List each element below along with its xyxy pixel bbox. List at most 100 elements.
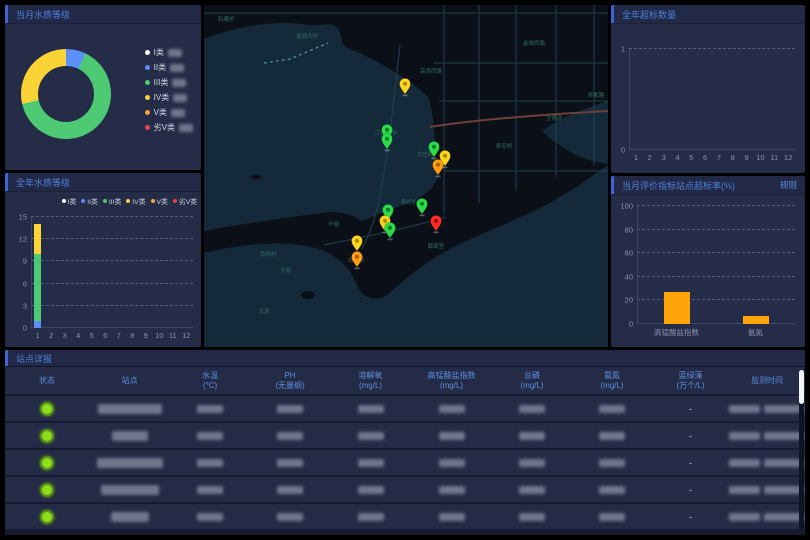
redacted-value (277, 432, 303, 440)
cell-蓝绿藻: - (652, 404, 729, 414)
legend-item[interactable]: I类 (62, 196, 77, 206)
cell-水温 (170, 486, 250, 494)
cell-溶解氧 (330, 405, 411, 413)
legend-item[interactable]: IV类 (126, 196, 145, 206)
cell-监测时间 (729, 405, 805, 413)
table-row[interactable]: - (5, 504, 805, 529)
legend-label: 劣V类 (179, 196, 197, 206)
table-row[interactable]: - (5, 450, 805, 475)
legend-item[interactable]: II类 (145, 62, 193, 73)
cell-溶解氧 (330, 513, 411, 521)
pin-center (355, 239, 359, 243)
panel-title-text: 全年超标数量 (622, 8, 676, 21)
cell-监测时间 (729, 486, 805, 494)
gridline: 20 (637, 299, 795, 300)
cell-站点 (89, 458, 170, 468)
column-header-蓝绿藻: 蓝绿藻(万个/L) (652, 371, 729, 391)
x-axis-tick: 氨氮 (748, 327, 763, 338)
redacted-value (358, 432, 384, 440)
redacted-value (173, 94, 187, 102)
map-place-label: 南杨村 (260, 250, 277, 258)
cell-水温 (170, 459, 250, 467)
legend-dot (145, 110, 150, 115)
y-axis-tick: 80 (625, 225, 633, 234)
gridline: 12 (31, 238, 193, 239)
y-axis-tick: 0 (23, 324, 27, 333)
year-quality-plot[interactable]: 03691215123456789101112 (31, 217, 193, 328)
gridline: 1 (629, 48, 795, 49)
status-indicator (40, 510, 54, 524)
redacted-value (439, 513, 465, 521)
legend-item[interactable]: III类 (103, 196, 121, 206)
legend-item[interactable]: II类 (81, 196, 98, 206)
legend-label: IV类 (154, 92, 170, 103)
y-axis-tick: 0 (629, 320, 633, 329)
legend-item[interactable]: V类 (151, 196, 168, 206)
panel-year-exceed: 全年超标数量 01123456789101112 (611, 5, 805, 173)
month-rate-plot[interactable]: 020406080100高锰酸盐指数氨氮 (637, 206, 795, 324)
legend-label: III类 (154, 77, 169, 88)
map-canvas: 石塘桥蠡湖大桥高浪西路金城西路吴都路江南大学北庄桥寿安桥立德道青祁桥叶巷薛家里吉… (204, 5, 608, 347)
column-header-状态: 状态 (5, 376, 89, 386)
x-axis-tick: 5 (689, 153, 693, 162)
gridline: 6 (31, 283, 193, 284)
pin-center (436, 163, 440, 167)
cell-溶解氧 (330, 432, 411, 440)
map-place-label: 沈巷 (280, 266, 292, 274)
x-axis-tick: 7 (117, 331, 121, 340)
redacted-value (519, 405, 545, 413)
map-islet (251, 175, 261, 180)
table-row[interactable]: - (5, 396, 805, 421)
bar-segment-II类 (34, 321, 41, 328)
water-quality-dashboard: 当月水质等级 I类II类III类IV类V类劣V类 全年水质等级 I类II类III… (0, 0, 810, 540)
table-row[interactable]: - (5, 423, 805, 448)
redacted-value (439, 459, 465, 467)
legend-item[interactable]: 劣V类 (173, 196, 197, 206)
legend-item[interactable]: III类 (145, 77, 193, 88)
cell-水温 (170, 432, 250, 440)
map-place-label: 石塘桥 (218, 15, 235, 23)
map-place-label: 高浪西路 (420, 67, 443, 75)
station-map[interactable]: 石塘桥蠡湖大桥高浪西路金城西路吴都路江南大学北庄桥寿安桥立德道青祁桥叶巷薛家里吉… (204, 5, 608, 347)
stacked-bar[interactable] (34, 217, 41, 328)
y-axis-tick: 40 (625, 272, 633, 281)
status-indicator (40, 402, 54, 416)
redacted-date (729, 459, 760, 467)
table-header-row: 状态站点水温(°C)PH(无量纲)溶解氧(mg/L)高锰酸盐指数(mg/L)总磷… (5, 367, 805, 394)
legend-dot (62, 199, 66, 203)
map-place-label: 金城西路 (523, 39, 546, 47)
legend-item[interactable]: 劣V类 (145, 122, 193, 133)
x-axis-tick: 12 (182, 331, 190, 340)
status-indicator (40, 429, 54, 443)
donut-chart[interactable] (21, 49, 111, 139)
redacted-date (729, 513, 760, 521)
pin-shadow (387, 238, 392, 240)
cell-高锰酸盐指数 (411, 459, 492, 467)
redacted-value (439, 405, 465, 413)
table-scrollbar[interactable] (799, 370, 804, 530)
pin-shadow (384, 149, 389, 151)
rate-bar-高锰酸盐指数[interactable] (664, 292, 690, 324)
rate-bar-氨氮[interactable] (743, 316, 769, 324)
pin-shadow (431, 157, 436, 159)
redacted-value (168, 49, 182, 57)
x-axis-tick: 2 (648, 153, 652, 162)
column-header-总磷: 总磷(mg/L) (492, 371, 572, 391)
panel-month-rate: 当月评价指标站点超标率(%) 规则 020406080100高锰酸盐指数氨氮 (611, 176, 805, 347)
column-header-氨氮: 氨氮(mg/L) (572, 371, 652, 391)
cell-高锰酸盐指数 (411, 405, 492, 413)
scrollbar-thumb[interactable] (799, 370, 804, 404)
legend-item[interactable]: IV类 (145, 92, 193, 103)
year-exceed-plot[interactable]: 01123456789101112 (629, 49, 795, 150)
table-row[interactable]: - (5, 477, 805, 502)
cell-氨氮 (572, 432, 652, 440)
redacted-station (97, 458, 163, 468)
rules-link[interactable]: 规则 (780, 179, 797, 191)
map-place-label: 蠡湖大桥 (296, 32, 319, 40)
panel-title-station-table: 站点详报 (5, 350, 805, 366)
cell-监测时间 (729, 459, 805, 467)
status-indicator (40, 456, 54, 470)
legend-item[interactable]: V类 (145, 107, 193, 118)
legend-item[interactable]: I类 (145, 47, 193, 58)
redacted-value (172, 79, 186, 87)
